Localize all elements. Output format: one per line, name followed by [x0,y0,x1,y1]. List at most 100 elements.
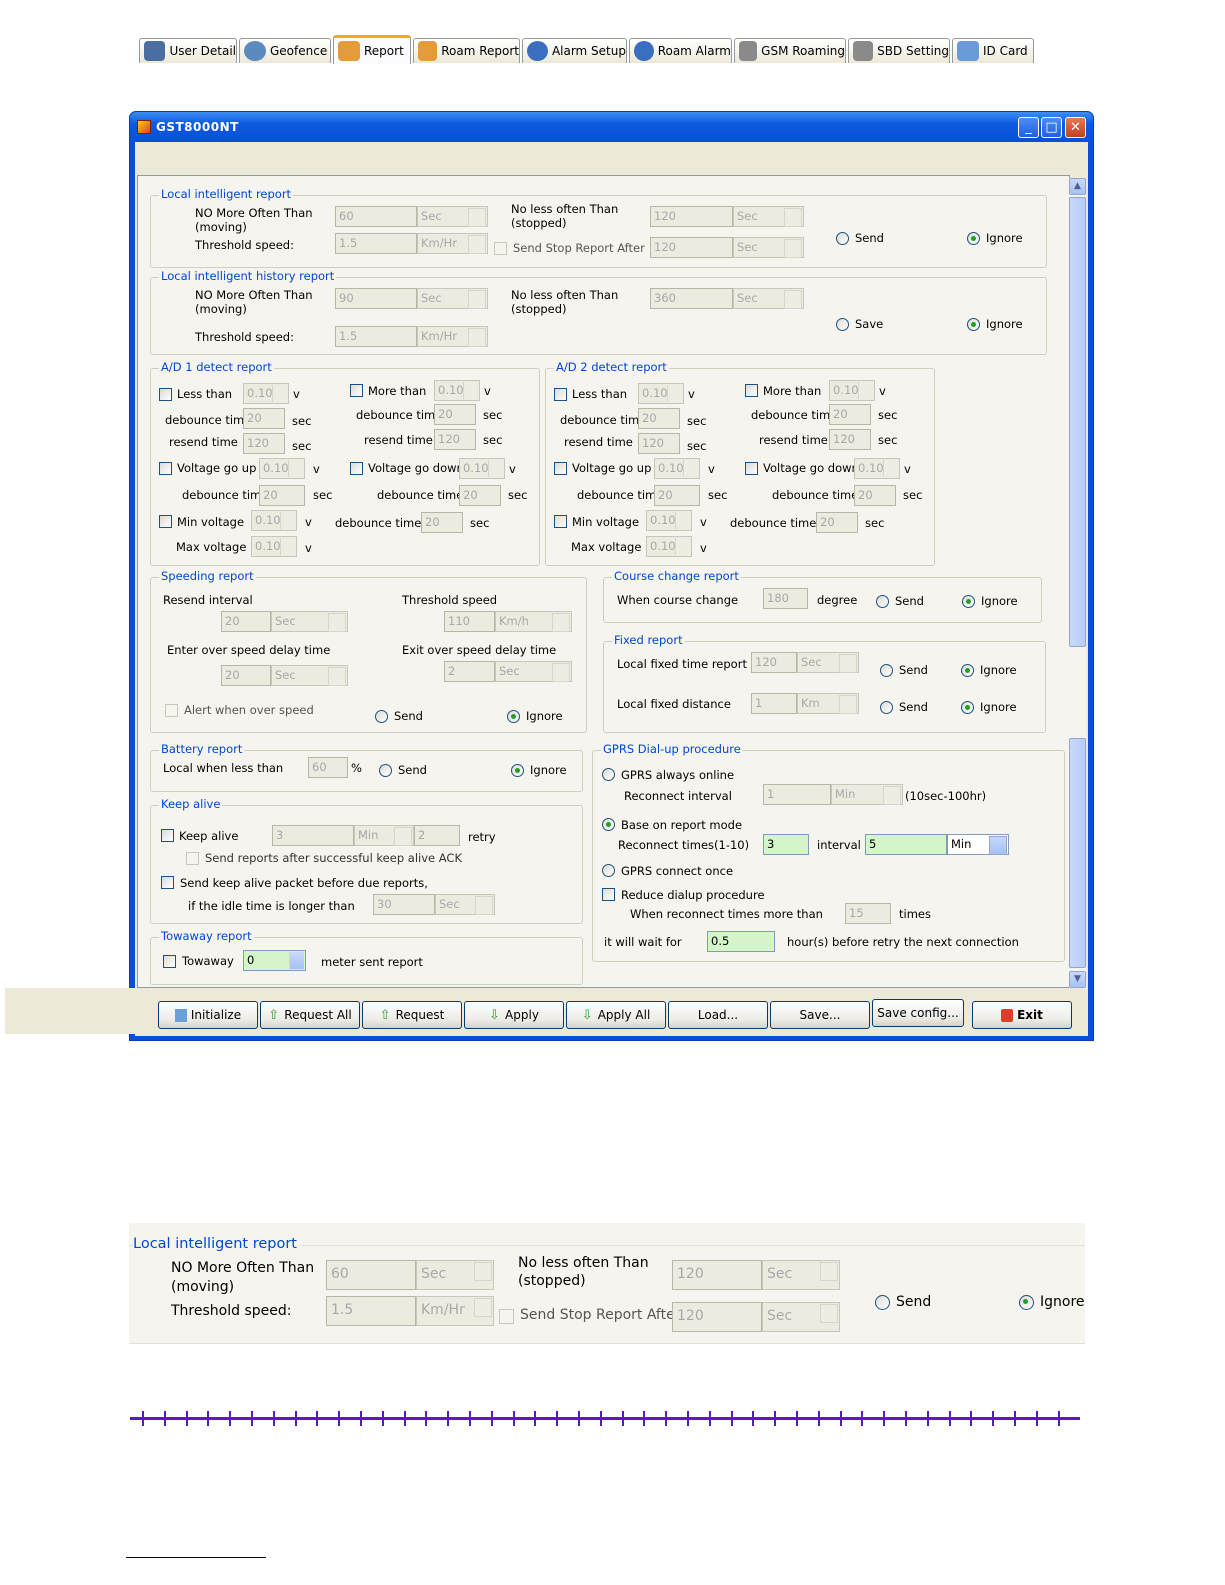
min-voltage-checkbox[interactable] [159,515,172,528]
minimize-button[interactable]: _ [1018,117,1039,138]
unit-select[interactable]: Min [831,784,903,805]
threshold-speed-input[interactable]: 1.5 [335,233,417,254]
unit-select[interactable]: Sec [733,237,804,258]
threshold-speed-input[interactable]: 1.5 [335,326,417,347]
debounce-input[interactable]: 20 [459,485,501,506]
min-voltage-spinner[interactable]: 0.10 [251,510,297,531]
reduce-dialup-checkbox[interactable] [602,888,615,901]
save-config-button[interactable]: Save config... [872,999,964,1027]
unit-select[interactable]: Sec [435,894,495,915]
exit-delay-input[interactable]: 2 [444,661,495,682]
voltage-down-checkbox[interactable] [350,462,363,475]
save-radio[interactable] [836,318,849,331]
unit-select[interactable]: Km/Hr [417,233,488,254]
load-button[interactable]: Load... [668,1001,768,1029]
scroll-thumb-lower[interactable] [1069,738,1086,968]
unit-select[interactable]: Km/Hr [417,326,488,347]
less-than-spinner[interactable]: 0.10 [638,383,684,404]
ignore-radio[interactable] [511,764,524,777]
ignore-radio[interactable] [967,232,980,245]
stopped-interval-input[interactable]: 360 [650,288,733,309]
zoom-moving-interval-input[interactable]: 60 [326,1260,416,1290]
voltage-up-checkbox[interactable] [159,462,172,475]
scroll-up-icon[interactable]: ▲ [1069,178,1086,195]
unit-select[interactable]: Sec [733,206,804,227]
close-button[interactable]: ✕ [1065,117,1086,138]
save-button[interactable]: Save... [770,1001,870,1029]
min-voltage-spinner[interactable]: 0.10 [646,510,692,531]
voltage-up-spinner[interactable]: 0.10 [654,458,700,479]
tab-roam-alarm[interactable]: Roam Alarm [629,38,732,63]
enter-delay-input[interactable]: 20 [221,665,271,686]
tab-id-card[interactable]: ID Card [952,38,1034,63]
zoom-stop-report-input[interactable]: 120 [672,1302,762,1332]
threshold-speed-input[interactable]: 110 [444,611,495,632]
reconnect-interval-input[interactable]: 1 [763,784,831,805]
debounce-input[interactable]: 20 [638,408,680,429]
request-button[interactable]: ⇧ Request [362,1001,462,1029]
tab-report[interactable]: Report [333,35,411,64]
alert-over-speed-checkbox[interactable] [165,704,178,717]
resend-input[interactable]: 120 [829,429,871,450]
keep-alive-packet-checkbox[interactable] [161,876,174,889]
debounce-input[interactable]: 20 [854,485,896,506]
apply-button[interactable]: ⇩ Apply [464,1001,564,1029]
course-change-input[interactable]: 180 [763,588,808,609]
resend-input[interactable]: 120 [243,433,285,454]
initialize-button[interactable]: Initialize [158,1001,258,1029]
towaway-spinner[interactable]: 0 [243,950,306,971]
tab-gsm-roaming[interactable]: GSM Roaming [734,38,846,63]
more-than-spinner[interactable]: 0.10 [434,380,480,401]
send-radio[interactable] [876,595,889,608]
maximize-button[interactable]: □ [1041,117,1062,138]
tab-sbd-setting[interactable]: SBD Setting [848,38,950,63]
tab-roam-report[interactable]: Roam Report [413,38,520,63]
scroll-down-icon[interactable]: ▼ [1069,971,1086,988]
send-radio[interactable] [379,764,392,777]
fixed-distance-input[interactable]: 1 [751,693,797,714]
apply-all-button[interactable]: ⇩ Apply All [566,1001,666,1029]
unit-select[interactable]: Sec [271,611,348,632]
debounce-input[interactable]: 20 [421,512,463,533]
send-stop-report-checkbox[interactable] [494,242,507,255]
ignore-radio[interactable] [961,701,974,714]
voltage-down-spinner[interactable]: 0.10 [459,458,505,479]
gprs-always-online-radio[interactable] [602,768,615,781]
moving-interval-input[interactable]: 60 [335,206,417,227]
wait-hours-input[interactable]: 0.5 [707,931,775,952]
unit-select[interactable]: Min [354,825,414,846]
zoom-unit-select[interactable]: Sec [416,1260,494,1290]
debounce-input[interactable]: 20 [259,485,305,506]
stopped-interval-input[interactable]: 120 [650,206,733,227]
resend-interval-input[interactable]: 20 [221,611,271,632]
less-than-checkbox[interactable] [554,388,567,401]
unit-select[interactable]: Sec [797,652,859,673]
zoom-ignore-radio[interactable] [1019,1295,1034,1310]
battery-threshold-input[interactable]: 60 [308,757,348,778]
voltage-down-spinner[interactable]: 0.10 [854,458,900,479]
zoom-send-radio[interactable] [875,1295,890,1310]
unit-select[interactable]: Sec [495,661,572,682]
unit-select[interactable]: Sec [417,206,488,227]
unit-select[interactable]: Sec [417,288,488,309]
voltage-up-checkbox[interactable] [554,462,567,475]
unit-select[interactable]: Sec [271,665,348,686]
more-than-checkbox[interactable] [745,384,758,397]
zoom-unit-select[interactable]: Sec [762,1302,840,1332]
scroll-thumb[interactable] [1069,197,1086,647]
debounce-input[interactable]: 20 [829,404,871,425]
reconnect-threshold-input[interactable]: 15 [845,903,891,924]
zoom-stopped-interval-input[interactable]: 120 [672,1260,762,1290]
vertical-scrollbar[interactable]: ▲ ▼ [1069,178,1086,988]
less-than-spinner[interactable]: 0.10 [243,383,289,404]
unit-select[interactable]: Sec [733,288,804,309]
send-radio[interactable] [375,710,388,723]
voltage-down-checkbox[interactable] [745,462,758,475]
interval-unit-select[interactable]: Min [947,834,1009,855]
idle-time-input[interactable]: 30 [373,894,435,915]
retry-input[interactable]: 2 [414,825,460,846]
zoom-threshold-speed-input[interactable]: 1.5 [326,1296,416,1326]
tab-alarm-setup[interactable]: Alarm Setup [522,38,627,63]
more-than-checkbox[interactable] [350,384,363,397]
send-radio[interactable] [880,664,893,677]
